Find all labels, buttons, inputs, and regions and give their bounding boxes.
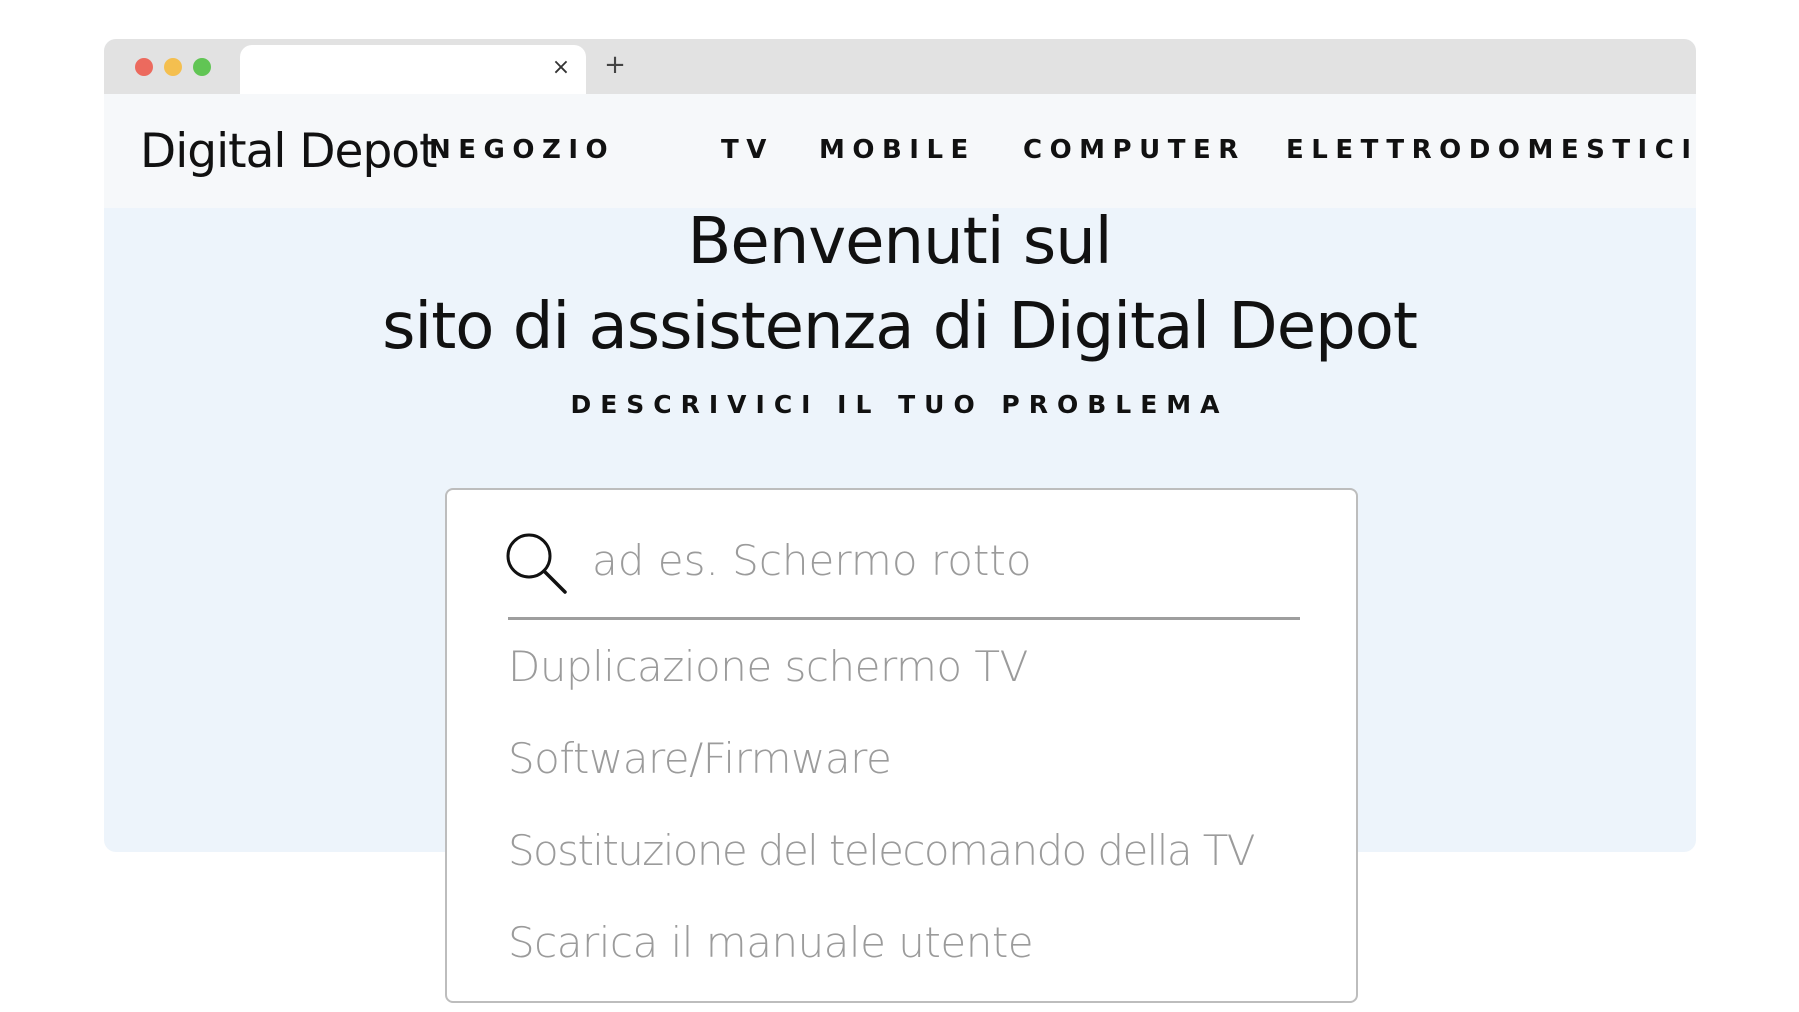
suggestion-item[interactable]: Scarica il manuale utente xyxy=(508,918,1034,967)
nav-item-mobile[interactable]: MOBILE xyxy=(819,135,976,165)
site-logo[interactable]: Digital Depot xyxy=(140,124,437,179)
maximize-window-button[interactable] xyxy=(193,58,211,76)
nav-item-negozio[interactable]: NEGOZIO xyxy=(429,135,615,165)
nav-item-elettrodomestici[interactable]: ELETTRODOMESTICI xyxy=(1286,135,1696,165)
close-window-button[interactable] xyxy=(135,58,153,76)
search-input[interactable] xyxy=(592,530,1292,590)
search-dropdown: Duplicazione schermo TV Software/Firmwar… xyxy=(445,488,1358,1003)
browser-tab[interactable]: × xyxy=(240,45,586,94)
nav-item-tv[interactable]: TV xyxy=(721,135,774,165)
search-icon[interactable] xyxy=(505,532,569,596)
search-input-underline xyxy=(508,617,1300,620)
tab-close-icon[interactable]: × xyxy=(548,54,574,80)
nav-item-computer[interactable]: COMPUTER xyxy=(1023,135,1246,165)
hero-title-line-2: sito di assistenza di Digital Depot xyxy=(382,290,1418,364)
minimize-window-button[interactable] xyxy=(164,58,182,76)
suggestion-item[interactable]: Sostituzione del telecomando della TV xyxy=(508,826,1256,875)
hero-title-line-1: Benvenuti sul xyxy=(687,205,1112,279)
hero-subtitle: DESCRIVICI IL TUO PROBLEMA xyxy=(570,390,1229,419)
suggestion-item[interactable]: Software/Firmware xyxy=(508,734,892,783)
new-tab-icon[interactable]: + xyxy=(600,50,630,80)
site-header: Digital Depot NEGOZIO TV MOBILE COMPUTER… xyxy=(104,94,1696,208)
suggestion-item[interactable]: Duplicazione schermo TV xyxy=(508,642,1028,691)
browser-tab-bar: × + xyxy=(104,39,1696,94)
